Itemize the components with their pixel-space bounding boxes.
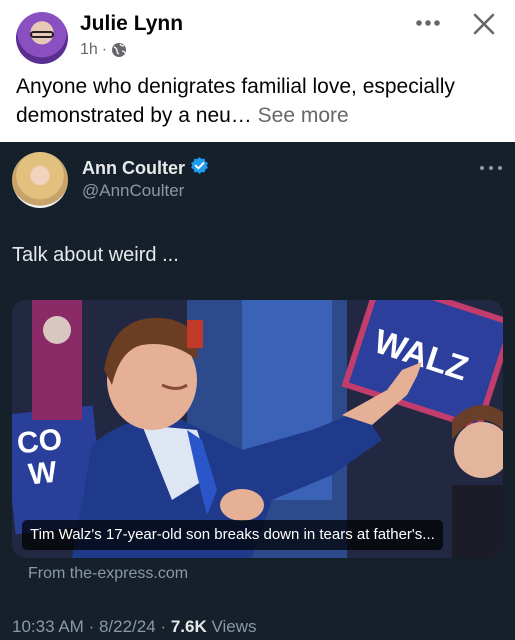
tweet-date[interactable]: 8/22/24 xyxy=(99,617,156,636)
footer-sep-2: · xyxy=(160,617,167,636)
tweet-footer: 10:33 AM · 8/22/24 · 7.6K Views xyxy=(12,617,257,637)
post-author-name[interactable]: Julie Lynn xyxy=(80,12,183,36)
meta-separator: · xyxy=(101,41,108,58)
post-time[interactable]: 1h xyxy=(80,41,98,59)
tweet-time[interactable]: 10:33 AM xyxy=(12,617,84,636)
tweet-name-text: Ann Coulter xyxy=(82,157,185,178)
tweet-handle[interactable]: @AnnCoulter xyxy=(82,181,184,201)
see-more-link[interactable]: See more xyxy=(258,104,349,127)
embedded-tweet[interactable]: Ann Coulter @AnnCoulter Talk about weird… xyxy=(0,142,515,640)
tweet-avatar[interactable] xyxy=(12,152,68,208)
more-options-icon[interactable] xyxy=(410,8,446,38)
media-caption: Tim Walz's 17-year-old son breaks down i… xyxy=(22,520,443,550)
views-label: Views xyxy=(211,617,257,636)
footer-sep-1: · xyxy=(88,617,95,636)
verified-badge-icon xyxy=(190,156,209,180)
post-header: Julie Lynn 1h · xyxy=(0,0,515,70)
tweet-media-card[interactable]: CO W WALZ Tim Walz's 17-year-old son bre… xyxy=(12,300,503,558)
post-meta: 1h · xyxy=(80,41,127,59)
post-body: Anyone who denigrates familial love, esp… xyxy=(16,75,455,127)
globe-icon xyxy=(111,42,127,58)
sign-text-left: CO xyxy=(15,423,63,461)
tweet-more-icon[interactable] xyxy=(476,160,506,174)
sign-text-left-2: W xyxy=(27,456,59,492)
views-count: 7.6K xyxy=(170,617,207,636)
close-icon[interactable] xyxy=(466,6,502,42)
tweet-text: Talk about weird ... xyxy=(12,244,179,266)
tweet-author-name[interactable]: Ann Coulter xyxy=(82,156,209,180)
link-source[interactable]: From the-express.com xyxy=(28,565,188,583)
post-text: Anyone who denigrates familial love, esp… xyxy=(16,72,506,130)
avatar[interactable] xyxy=(16,12,68,64)
